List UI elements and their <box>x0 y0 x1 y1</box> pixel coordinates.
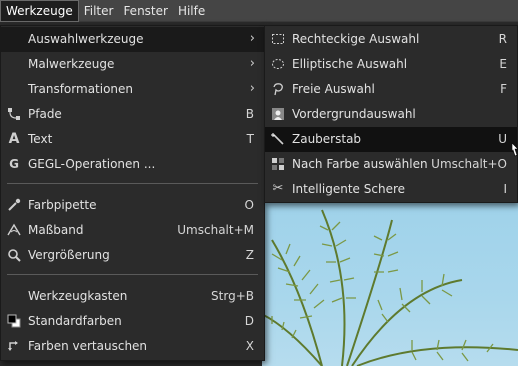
menu-item-transformationen[interactable]: Transformationen › <box>1 77 264 102</box>
menu-item-label: Freie Auswahl <box>292 82 375 96</box>
shortcut: U <box>498 132 507 146</box>
magic-wand-icon <box>271 132 285 146</box>
shortcut: B <box>245 107 254 121</box>
menu-item-pfade[interactable]: Pfade B <box>1 102 264 127</box>
menu-fenster[interactable]: Fenster <box>118 0 173 22</box>
default-colors-icon <box>7 314 21 328</box>
shortcut: F <box>500 82 507 96</box>
palm-tree-image <box>262 209 518 366</box>
shortcut: O <box>244 198 254 212</box>
menu-item-label: Auswahlwerkzeuge <box>28 32 144 46</box>
scissors-icon: ✂ <box>272 181 284 196</box>
menu-item-label: Rechteckige Auswahl <box>292 32 420 46</box>
shortcut: Umschalt+M <box>177 223 254 237</box>
submenu-item-nach-farbe-auswaehlen[interactable]: Nach Farbe auswählen Umschalt+O <box>265 152 517 177</box>
chevron-right-icon: › <box>249 56 255 71</box>
submenu-item-intelligente-schere[interactable]: ✂ Intelligente Schere I <box>265 177 517 202</box>
chevron-right-icon: › <box>249 31 255 46</box>
menu-item-massband[interactable]: Maßband Umschalt+M <box>1 218 264 243</box>
menu-separator <box>7 274 258 275</box>
shortcut: Umschalt+O <box>431 157 507 171</box>
shortcut: R <box>498 32 507 46</box>
submenu-item-freie-auswahl[interactable]: Freie Auswahl F <box>265 77 517 102</box>
zoom-icon <box>7 248 21 262</box>
ellipse-select-icon <box>271 57 285 71</box>
menu-item-standardfarben[interactable]: Standardfarben D <box>1 309 264 334</box>
menu-item-label: Nach Farbe auswählen <box>292 157 428 171</box>
menu-item-gegl[interactable]: G GEGL-Operationen ... <box>1 152 264 177</box>
menu-item-text[interactable]: A Text T <box>1 127 264 152</box>
chevron-right-icon: › <box>249 81 255 96</box>
menu-item-label: GEGL-Operationen ... <box>28 157 156 171</box>
menubar: Werkzeuge Filter Fenster Hilfe <box>0 0 518 22</box>
image-canvas[interactable] <box>262 200 518 366</box>
menu-item-vergroesserung[interactable]: Vergrößerung Z <box>1 243 264 268</box>
shortcut: X <box>245 339 254 353</box>
measure-icon <box>7 223 21 237</box>
menu-item-label: Pfade <box>28 107 62 121</box>
swap-colors-icon <box>7 339 21 353</box>
menu-item-label: Intelligente Schere <box>292 182 405 196</box>
shortcut: T <box>246 132 254 146</box>
menu-filter[interactable]: Filter <box>79 0 119 22</box>
shortcut: I <box>503 182 507 196</box>
submenu-item-rechteckige-auswahl[interactable]: Rechteckige Auswahl R <box>265 27 517 52</box>
menu-item-label: Malwerkzeuge <box>28 57 115 71</box>
menu-item-label: Maßband <box>28 223 84 237</box>
menu-werkzeuge[interactable]: Werkzeuge <box>0 0 79 22</box>
rect-select-icon <box>271 32 285 46</box>
menu-item-label: Farbpipette <box>28 198 97 212</box>
submenu-item-zauberstab[interactable]: Zauberstab U <box>265 127 517 152</box>
menu-item-label: Zauberstab <box>292 132 362 146</box>
menu-item-werkzeugkasten[interactable]: Werkzeugkasten Strg+B <box>1 284 264 309</box>
shortcut: Z <box>245 248 254 262</box>
menu-item-label: Transformationen <box>28 82 134 96</box>
menu-item-farben-vertauschen[interactable]: Farben vertauschen X <box>1 334 264 359</box>
paths-icon <box>7 107 21 121</box>
color-picker-icon <box>7 198 21 212</box>
menu-item-label: Elliptische Auswahl <box>292 57 408 71</box>
submenu-item-vordergrundauswahl[interactable]: Vordergrundauswahl <box>265 102 517 127</box>
menu-item-label: Text <box>28 132 53 146</box>
menu-item-label: Standardfarben <box>28 314 122 328</box>
menu-item-label: Vergrößerung <box>28 248 110 262</box>
menu-item-label: Vordergrundauswahl <box>292 107 416 121</box>
shortcut: E <box>499 57 507 71</box>
menu-item-label: Farben vertauschen <box>28 339 148 353</box>
menu-item-label: Werkzeugkasten <box>28 289 128 303</box>
text-icon: A <box>8 131 20 147</box>
menu-item-farbpipette[interactable]: Farbpipette O <box>1 193 264 218</box>
foreground-select-icon <box>271 107 285 121</box>
auswahlwerkzeuge-submenu: Rechteckige Auswahl R Elliptische Auswah… <box>264 25 518 203</box>
menu-item-malwerkzeuge[interactable]: Malwerkzeuge › <box>1 52 264 77</box>
free-select-icon <box>271 82 285 96</box>
menu-hilfe[interactable]: Hilfe <box>173 0 210 22</box>
werkzeuge-menu: Auswahlwerkzeuge › Malwerkzeuge › Transf… <box>0 25 265 361</box>
menu-separator <box>7 183 258 184</box>
submenu-item-elliptische-auswahl[interactable]: Elliptische Auswahl E <box>265 52 517 77</box>
gegl-icon: G <box>9 157 19 171</box>
shortcut: D <box>244 314 254 328</box>
menu-item-auswahlwerkzeuge[interactable]: Auswahlwerkzeuge › <box>1 27 264 52</box>
mouse-cursor-icon <box>512 143 518 157</box>
select-by-color-icon <box>271 157 285 171</box>
shortcut: Strg+B <box>211 289 254 303</box>
